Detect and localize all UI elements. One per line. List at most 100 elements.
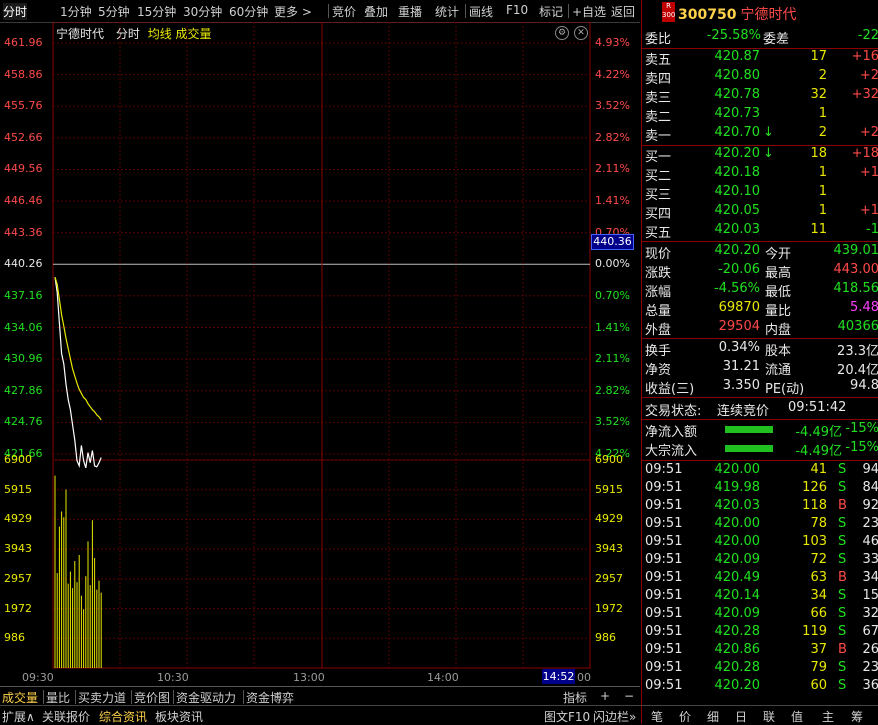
- tick-count: 23: [862, 660, 878, 675]
- fund-value: 3.350: [723, 378, 760, 393]
- flow-pct: -15%: [845, 421, 878, 436]
- info-tab[interactable]: 综合资讯: [99, 708, 147, 725]
- fund-flow-row: 大宗流入-4.49亿-15%: [645, 440, 878, 459]
- tick-time: 09:51: [645, 462, 682, 477]
- bid-price: 420.05: [715, 203, 761, 218]
- tick-price: 420.86: [715, 642, 761, 657]
- quote-label-2: 内盘: [765, 319, 791, 338]
- divider: [642, 241, 878, 242]
- tick-count: 46: [862, 534, 878, 549]
- remove-indicator-button[interactable]: −: [624, 689, 634, 703]
- side-tab[interactable]: 闪边栏»: [593, 708, 636, 725]
- bid-change: +1: [860, 203, 878, 218]
- bid-label: 买五: [645, 222, 671, 241]
- tick-price: 420.20: [715, 678, 761, 693]
- indicator-button[interactable]: 指标: [563, 689, 587, 706]
- side-tab[interactable]: 笔: [651, 708, 663, 725]
- time-cursor-tag: 14:52: [542, 669, 575, 684]
- quote-value-2: 5.48: [850, 300, 878, 315]
- info-tab[interactable]: 关联报价: [42, 708, 90, 725]
- ask-volume: 32: [810, 87, 827, 102]
- ask-label: 卖三: [645, 87, 671, 106]
- tick-side: B: [838, 642, 847, 657]
- bid-label: 买四: [645, 203, 671, 222]
- indicator-tab[interactable]: 买卖力道: [78, 689, 126, 706]
- quote-panel: R 300 300750宁德时代 委比-25.58%委差-22卖五420.871…: [641, 0, 878, 724]
- indicator-tab[interactable]: 资金博弈: [246, 689, 294, 706]
- tick-volume: 118: [802, 498, 827, 513]
- add-indicator-button[interactable]: +: [600, 689, 610, 703]
- volume-axis-label: 4929: [4, 512, 52, 525]
- down-arrow-icon: ↓: [763, 125, 774, 140]
- tick-price: 420.14: [715, 588, 761, 603]
- tick-volume: 103: [802, 534, 827, 549]
- tick-price: 420.00: [715, 534, 761, 549]
- tab-divider: [43, 690, 44, 704]
- fund-value-2: 20.4亿: [837, 359, 878, 378]
- ask-change: +16: [852, 49, 878, 64]
- tick-row: 09:51419.98126S84: [645, 480, 878, 499]
- tick-count: 34: [862, 570, 878, 585]
- quote-row: 涨幅-4.56%最低418.56: [645, 281, 878, 300]
- side-tab[interactable]: 细: [707, 708, 719, 725]
- tick-row: 09:51420.0972S33: [645, 552, 878, 571]
- side-tab[interactable]: 图文F10: [544, 708, 590, 725]
- info-tab[interactable]: 板块资讯: [155, 708, 203, 725]
- bid-volume: 1: [819, 203, 827, 218]
- volume-axis-label: 1972: [4, 602, 52, 615]
- info-tab-bar: 扩展∧ 关联报价综合资讯板块资讯 图文F10闪边栏» 笔价细日联值 主筹: [0, 705, 878, 725]
- trade-status-label: 交易状态:: [645, 400, 701, 419]
- tick-price: 420.03: [715, 498, 761, 513]
- flow-value: -4.49亿: [795, 440, 842, 459]
- order-ratio-label: 委比: [645, 28, 671, 47]
- indicator-tab[interactable]: 资金驱动力: [176, 689, 236, 706]
- side-tab[interactable]: 日: [735, 708, 747, 725]
- info-tab[interactable]: 扩展∧: [2, 708, 35, 725]
- volume-axis-label: 6900: [4, 453, 52, 466]
- bid-volume: 1: [819, 184, 827, 199]
- bid-row: 买三420.101: [645, 184, 878, 203]
- tick-volume: 60: [810, 678, 827, 693]
- pct-axis-label: 4.22%: [595, 68, 630, 81]
- quote-value-2: 40366: [838, 319, 878, 334]
- pct-axis-label: 0.70%: [595, 289, 630, 302]
- fund-label-2: 流通: [765, 359, 791, 378]
- fund-value-2: 23.3亿: [837, 340, 878, 359]
- stock-code: 300750: [678, 7, 736, 23]
- side-tab[interactable]: 筹: [851, 708, 863, 725]
- bid-label: 买二: [645, 165, 671, 184]
- tick-side: S: [838, 624, 846, 639]
- indicator-tab[interactable]: 成交量: [2, 689, 38, 706]
- tick-side: S: [838, 606, 846, 621]
- ask-label: 卖一: [645, 125, 671, 144]
- quote-label-2: 今开: [765, 243, 791, 262]
- tick-count: 26: [862, 642, 878, 657]
- volume-axis-label-right: 986: [595, 631, 616, 644]
- tab-divider: [243, 690, 244, 704]
- indicator-tab[interactable]: 竞价图: [134, 689, 170, 706]
- tick-time: 09:51: [645, 570, 682, 585]
- tick-row: 09:51420.00103S46: [645, 534, 878, 553]
- tick-volume: 79: [810, 660, 827, 675]
- divider: [642, 419, 878, 420]
- side-tab[interactable]: 价: [679, 708, 691, 725]
- indicator-tab-bar: 成交量量比买卖力道竞价图资金驱动力资金博弈 指标 +−: [0, 686, 640, 706]
- side-tab[interactable]: 联: [763, 708, 775, 725]
- price-axis-label: 434.06: [4, 321, 52, 334]
- bid-row: 买五420.0311-1: [645, 222, 878, 241]
- ask-label: 卖四: [645, 68, 671, 87]
- bid-row: 买一420.20↓18+18: [645, 146, 878, 165]
- side-tab[interactable]: 主: [822, 708, 834, 725]
- volume-axis-label-right: 3943: [595, 542, 623, 555]
- pct-axis-label: 2.82%: [595, 131, 630, 144]
- ask-volume: 2: [819, 68, 827, 83]
- price-axis-label: 427.86: [4, 384, 52, 397]
- trade-status-time: 09:51:42: [788, 400, 846, 415]
- volume-axis-label-right: 5915: [595, 483, 623, 496]
- quote-value: -4.56%: [714, 281, 760, 296]
- tick-side: S: [838, 516, 846, 531]
- side-tab[interactable]: 值: [791, 708, 803, 725]
- indicator-tab[interactable]: 量比: [46, 689, 70, 706]
- tick-time: 09:51: [645, 678, 682, 693]
- quote-label: 涨幅: [645, 281, 671, 300]
